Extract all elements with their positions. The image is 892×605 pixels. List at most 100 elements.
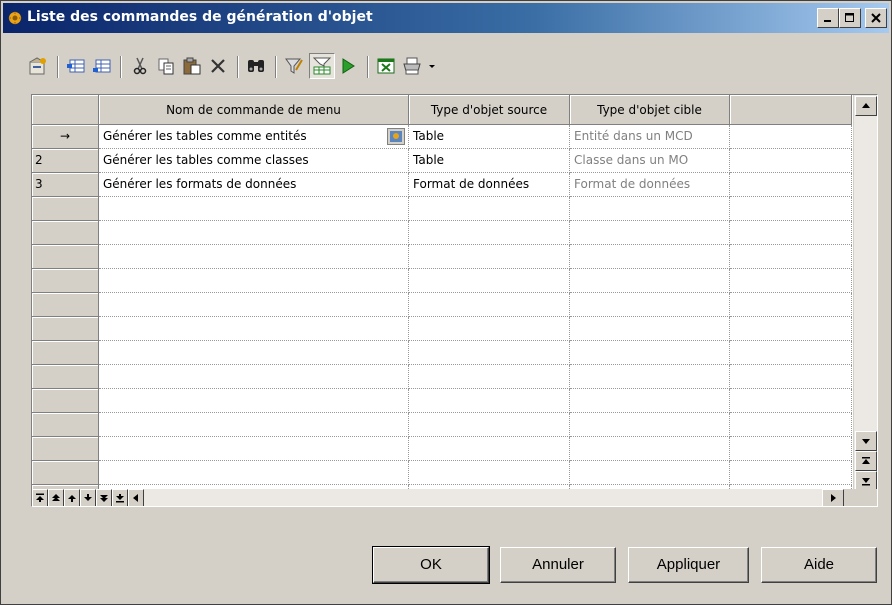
cell-target[interactable]	[570, 437, 730, 461]
cell-name[interactable]	[99, 389, 409, 413]
row-header[interactable]	[32, 461, 99, 485]
find-button[interactable]	[243, 53, 269, 79]
row-header[interactable]	[32, 245, 99, 269]
move-to-top-button[interactable]	[32, 489, 48, 506]
cell-target[interactable]	[570, 221, 730, 245]
cell-source[interactable]: Table	[409, 125, 570, 149]
cell-name[interactable]	[99, 341, 409, 365]
cell-target[interactable]	[570, 197, 730, 221]
title-bar[interactable]: Liste des commandes de génération d'obje…	[3, 3, 889, 33]
scroll-left-button[interactable]	[128, 489, 144, 506]
cell-source[interactable]	[409, 245, 570, 269]
row-header[interactable]: 2	[32, 149, 99, 173]
cell-target[interactable]	[570, 365, 730, 389]
insert-row-button[interactable]	[63, 53, 89, 79]
cell-source[interactable]	[409, 461, 570, 485]
row-header[interactable]	[32, 437, 99, 461]
row-header[interactable]	[32, 389, 99, 413]
cell-name[interactable]	[99, 413, 409, 437]
run-button[interactable]	[335, 53, 361, 79]
horizontal-scroll-track[interactable]	[144, 489, 822, 506]
vertical-scrollbar[interactable]	[853, 95, 877, 491]
scroll-up-button[interactable]	[855, 96, 877, 116]
copy-button[interactable]	[153, 53, 179, 79]
cell-target[interactable]: Classe dans un MO	[570, 149, 730, 173]
cell-extra[interactable]	[730, 149, 852, 173]
cell-extra[interactable]	[730, 389, 852, 413]
move-page-up-button[interactable]	[48, 489, 64, 506]
column-header-extra[interactable]	[730, 95, 852, 125]
cell-source[interactable]	[409, 221, 570, 245]
row-header[interactable]	[32, 221, 99, 245]
cell-source[interactable]	[409, 365, 570, 389]
cell-source[interactable]: Table	[409, 149, 570, 173]
cell-source[interactable]	[409, 317, 570, 341]
cell-source[interactable]	[409, 389, 570, 413]
cell-name[interactable]: Générer les formats de données	[99, 173, 409, 197]
cell-extra[interactable]	[730, 197, 852, 221]
scroll-page-up-button[interactable]	[855, 451, 877, 471]
move-page-down-button[interactable]	[96, 489, 112, 506]
cell-source[interactable]	[409, 293, 570, 317]
row-header[interactable]	[32, 341, 99, 365]
cell-name[interactable]: Générer les tables comme classes	[99, 149, 409, 173]
delete-button[interactable]	[205, 53, 231, 79]
cell-source[interactable]	[409, 197, 570, 221]
cell-source[interactable]	[409, 413, 570, 437]
add-row-button[interactable]	[89, 53, 115, 79]
cell-extra[interactable]	[730, 365, 852, 389]
move-up-button[interactable]	[64, 489, 80, 506]
scroll-down-button[interactable]	[855, 431, 877, 451]
row-header[interactable]	[32, 197, 99, 221]
cell-target[interactable]	[570, 269, 730, 293]
cell-source[interactable]	[409, 341, 570, 365]
print-button[interactable]	[399, 53, 425, 79]
row-header[interactable]	[32, 413, 99, 437]
cell-target[interactable]	[570, 461, 730, 485]
cell-name[interactable]	[99, 245, 409, 269]
command-list-grid[interactable]: Nom de commande de menu Type d'objet sou…	[31, 94, 878, 507]
cell-extra[interactable]	[730, 269, 852, 293]
cell-target[interactable]	[570, 245, 730, 269]
row-header[interactable]	[32, 317, 99, 341]
print-dropdown-button[interactable]	[425, 53, 439, 79]
cut-button[interactable]	[127, 53, 153, 79]
cell-extra[interactable]	[730, 461, 852, 485]
properties-button[interactable]	[25, 53, 51, 79]
cell-extra[interactable]	[730, 125, 852, 149]
move-down-button[interactable]	[80, 489, 96, 506]
row-header[interactable]	[32, 269, 99, 293]
customize-columns-button[interactable]	[309, 53, 335, 79]
cell-target[interactable]: Format de données	[570, 173, 730, 197]
close-button[interactable]	[865, 8, 887, 28]
help-button[interactable]: Aide	[761, 547, 877, 583]
export-excel-button[interactable]	[373, 53, 399, 79]
minimize-button[interactable]	[817, 8, 839, 28]
cell-source[interactable]: Format de données	[409, 173, 570, 197]
scroll-page-down-button[interactable]	[855, 471, 877, 491]
scroll-right-button[interactable]	[822, 489, 844, 506]
cell-target[interactable]	[570, 341, 730, 365]
apply-button[interactable]: Appliquer	[628, 547, 749, 583]
cell-extra[interactable]	[730, 413, 852, 437]
cell-extra[interactable]	[730, 317, 852, 341]
cell-target[interactable]	[570, 293, 730, 317]
paste-button[interactable]	[179, 53, 205, 79]
cell-name[interactable]	[99, 197, 409, 221]
cell-name[interactable]	[99, 437, 409, 461]
row-header[interactable]	[32, 365, 99, 389]
column-header-source[interactable]: Type d'objet source	[409, 95, 570, 125]
cell-name[interactable]	[99, 221, 409, 245]
cell-source[interactable]	[409, 437, 570, 461]
row-header[interactable]: 3	[32, 173, 99, 197]
cell-target[interactable]	[570, 317, 730, 341]
maximize-button[interactable]	[839, 8, 861, 28]
cell-target[interactable]	[570, 413, 730, 437]
cell-name[interactable]	[99, 317, 409, 341]
column-header-name[interactable]: Nom de commande de menu	[99, 95, 409, 125]
cell-source[interactable]	[409, 269, 570, 293]
cell-extra[interactable]	[730, 221, 852, 245]
cell-extra[interactable]	[730, 293, 852, 317]
row-header[interactable]: →	[32, 125, 99, 149]
cell-target[interactable]: Entité dans un MCD	[570, 125, 730, 149]
